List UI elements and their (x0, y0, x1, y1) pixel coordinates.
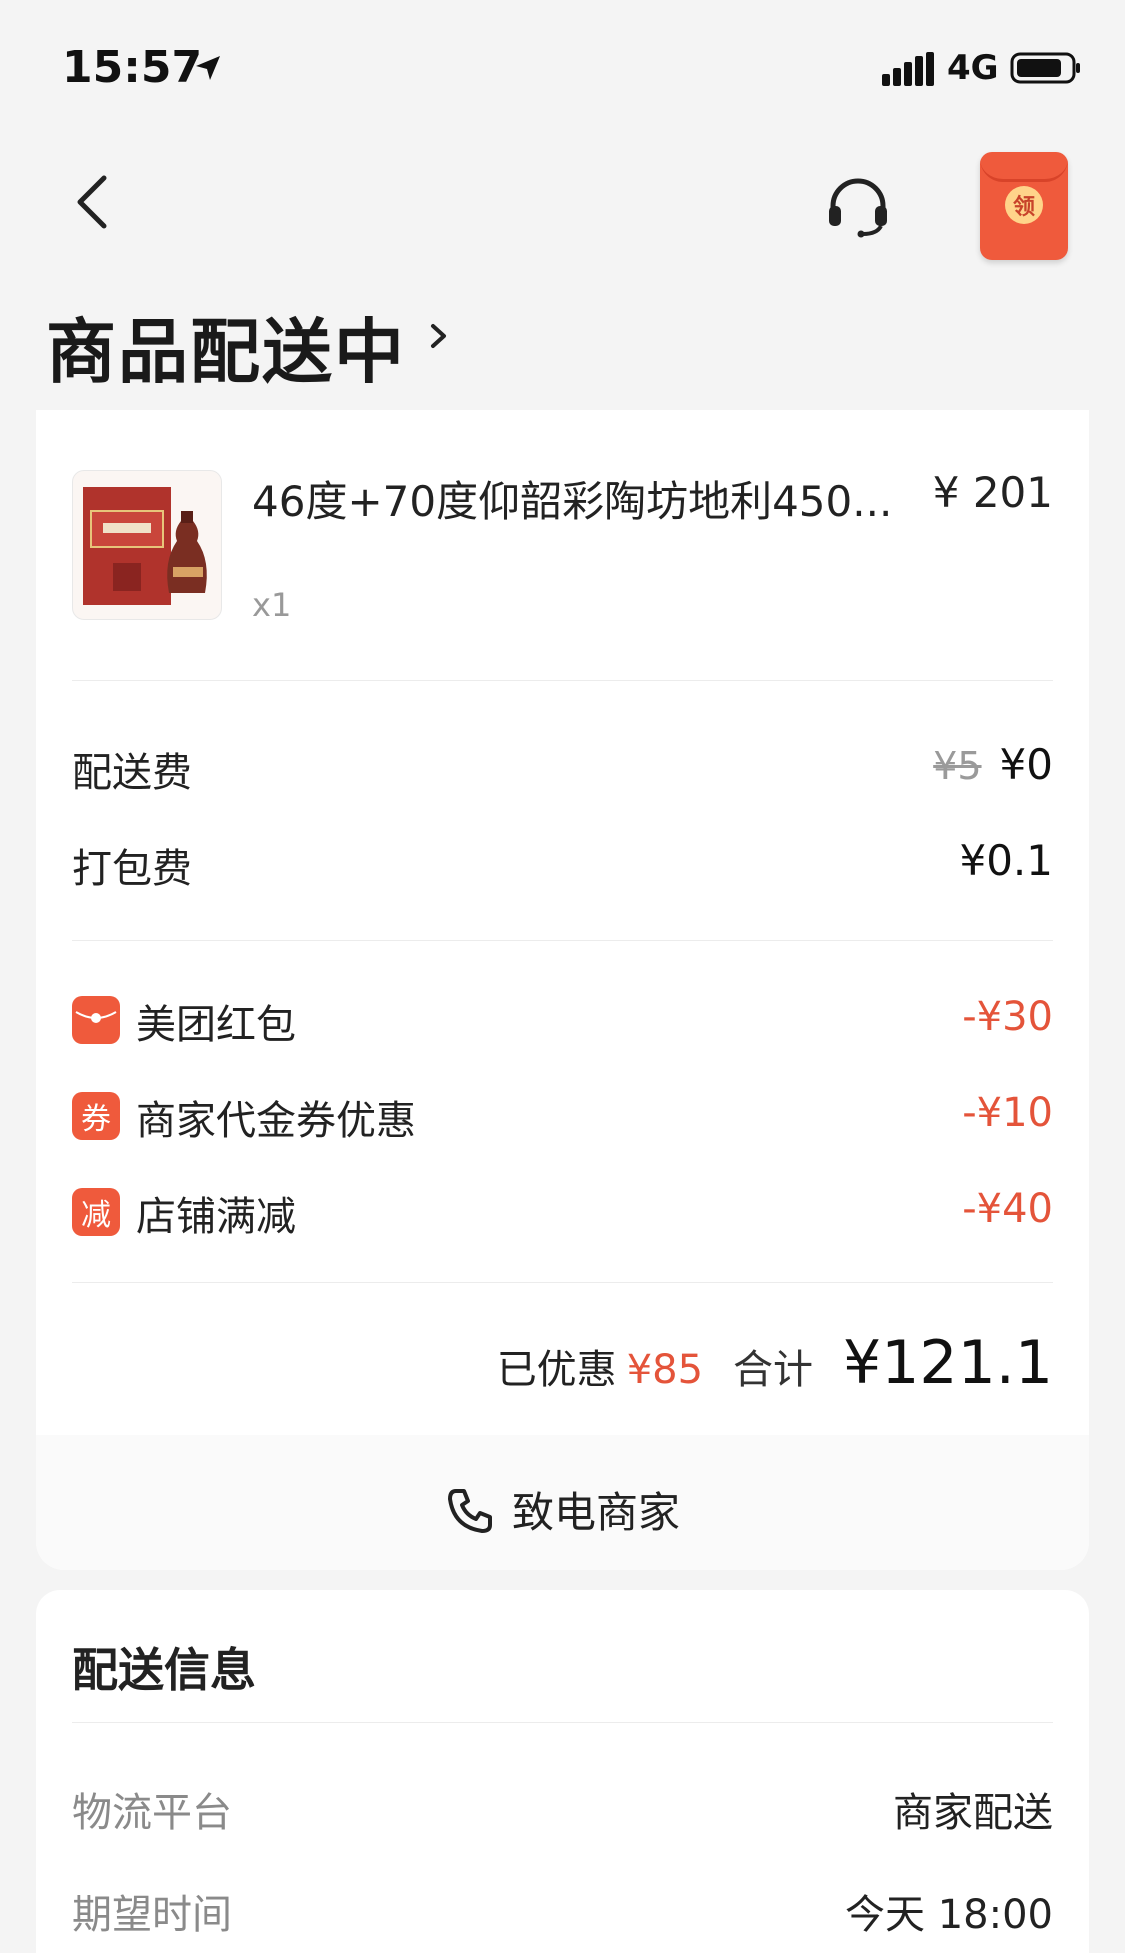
product-image[interactable] (72, 470, 222, 620)
network-label: 4G (947, 48, 999, 88)
discount-label: 店铺满减 (136, 1194, 296, 1240)
coupon-icon: 券 (72, 1092, 120, 1140)
delivery-fee-value: ¥5 ¥0 (933, 740, 1053, 789)
section-title: 配送信息 (72, 1643, 256, 1697)
signal-icon (882, 52, 934, 86)
discount-icon: 减 (72, 1188, 120, 1236)
discount-label: 商家代金券优惠 (136, 1098, 416, 1144)
discount-value: -¥30 (962, 994, 1053, 1040)
delivery-fee-amount: ¥0 (999, 740, 1053, 789)
status-time: 15:57 (62, 42, 203, 93)
product-quantity: x1 (252, 586, 292, 624)
info-value: 今天 18:00 (845, 1892, 1053, 1938)
delivery-fee-original: ¥5 (933, 744, 982, 788)
customer-service-button[interactable] (825, 176, 891, 238)
divider (72, 680, 1053, 681)
packing-fee-label: 打包费 (72, 846, 192, 892)
back-button[interactable] (66, 168, 126, 236)
product-price: ¥ 201 (932, 468, 1053, 517)
call-merchant-content: 致电商家 (446, 1479, 680, 1540)
total-label: 合计 (733, 1347, 814, 1393)
info-label: 期望时间 (72, 1892, 232, 1938)
info-label: 物流平台 (72, 1790, 232, 1836)
red-packet-coin: 领 (1005, 186, 1043, 224)
page-title[interactable]: 商品配送中 (46, 296, 406, 397)
red-packet-button[interactable]: 领 (980, 152, 1068, 260)
info-value: 商家配送 (893, 1790, 1053, 1836)
order-summary: 已优惠 ¥85 合计 ¥121.1 (497, 1328, 1053, 1398)
order-card: 46度+70度仰韶彩陶坊地利450... ¥ 201 x1 配送费 ¥5 ¥0 打… (36, 410, 1089, 1570)
packing-fee-value: ¥0.1 (959, 836, 1053, 885)
saved-label: 已优惠 (496, 1347, 617, 1393)
chevron-left-icon (77, 175, 107, 229)
red-packet-flap (980, 152, 1068, 182)
battery-icon (1010, 52, 1080, 84)
divider (72, 1282, 1053, 1283)
saved-value: ¥85 (626, 1347, 704, 1393)
discount-value: -¥40 (962, 1186, 1053, 1232)
location-arrow-icon (196, 56, 220, 80)
delivery-info-card: 配送信息 物流平台 商家配送 期望时间 今天 18:00 (36, 1590, 1089, 1953)
order-detail-page: 15:57 4G 领 商品配送中 46度+70度仰韶彩陶坊地利450... ¥ … (0, 0, 1125, 1953)
product-name[interactable]: 46度+70度仰韶彩陶坊地利450... (252, 468, 892, 529)
headset-icon (829, 178, 887, 238)
divider (72, 940, 1053, 941)
red-packet-icon (72, 996, 120, 1044)
total-value: ¥121.1 (843, 1328, 1053, 1398)
chevron-right-icon[interactable] (426, 318, 452, 354)
call-merchant-label: 致电商家 (512, 1488, 681, 1537)
product-photo (83, 487, 207, 605)
discount-label: 美团红包 (136, 1002, 296, 1048)
phone-icon (448, 1488, 492, 1533)
delivery-fee-label: 配送费 (72, 750, 192, 796)
status-bar: 15:57 4G (0, 0, 1125, 130)
divider (72, 1722, 1053, 1723)
discount-value: -¥10 (962, 1090, 1053, 1136)
call-merchant-button[interactable]: 致电商家 (36, 1435, 1089, 1570)
